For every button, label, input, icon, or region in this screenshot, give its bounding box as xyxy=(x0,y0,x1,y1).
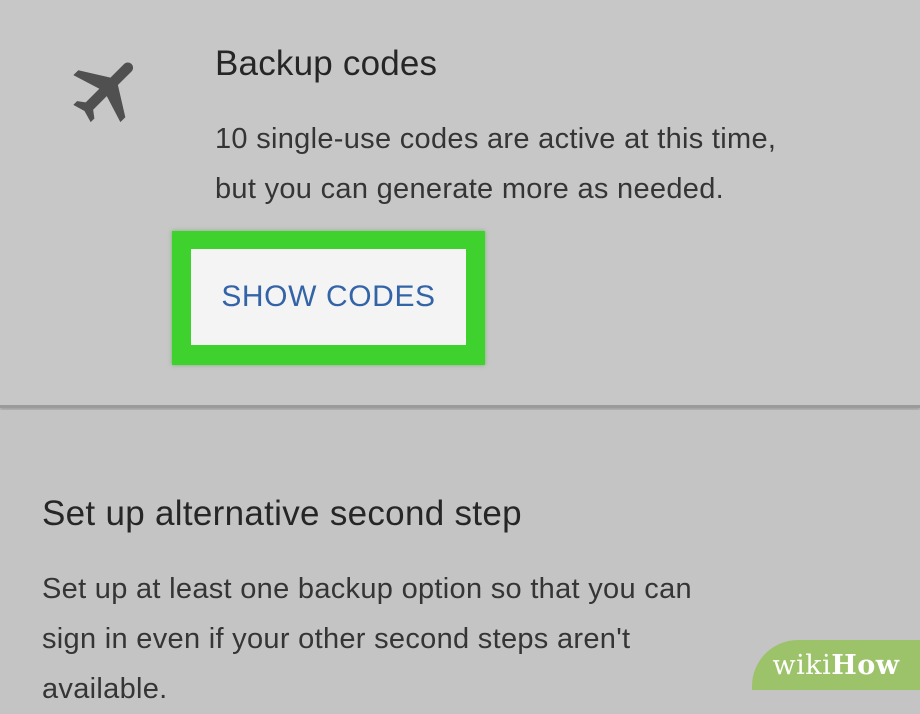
watermark-how: How xyxy=(831,649,900,681)
alternative-step-description-line: Set up at least one backup option so tha… xyxy=(42,573,692,605)
backup-codes-title: Backup codes xyxy=(215,44,438,83)
airplane-icon xyxy=(73,62,134,123)
wikihow-watermark: wiki How xyxy=(752,640,920,690)
backup-codes-description: 10 single-use codes are active at this t… xyxy=(215,114,875,214)
alternative-step-description: Set up at least one backup option so tha… xyxy=(42,564,902,714)
backup-codes-description-line: but you can generate more as needed. xyxy=(215,173,724,205)
show-codes-button[interactable]: SHOW CODES xyxy=(191,249,466,345)
alternative-step-title: Set up alternative second step xyxy=(42,494,522,533)
watermark-wiki: wiki xyxy=(772,649,832,681)
backup-codes-description-line: 10 single-use codes are active at this t… xyxy=(215,123,777,155)
